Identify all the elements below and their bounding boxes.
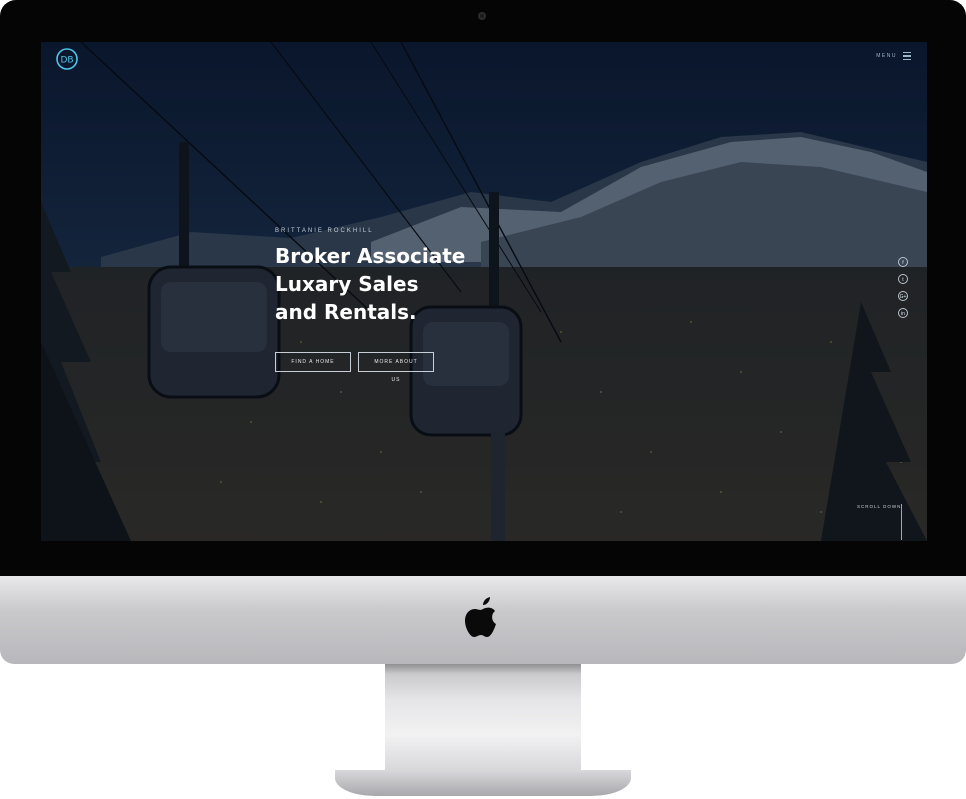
facebook-icon[interactable]: f: [898, 257, 908, 267]
apple-logo-icon: [465, 597, 496, 637]
scroll-down-label[interactable]: SCROLL DOWN: [857, 504, 901, 509]
hero-headline: Broker Associate Luxary Sales and Rental…: [275, 242, 465, 326]
logo-icon[interactable]: DB: [55, 47, 79, 71]
menu-label: MENU: [876, 53, 897, 60]
hamburger-icon: [903, 52, 911, 61]
headline-line-2: Luxary Sales: [275, 272, 419, 296]
monitor-stand-neck: [385, 664, 581, 782]
menu-button[interactable]: MENU: [876, 52, 911, 61]
logo-text: DB: [60, 56, 73, 66]
monitor-stand-base: [335, 770, 631, 796]
stand-shadow: [385, 664, 581, 674]
more-about-us-button[interactable]: MORE ABOUT US: [358, 352, 434, 383]
hero-section: BRITTANIE ROCKHILL Broker Associate Luxa…: [275, 228, 465, 383]
hero-background-photo: [41, 42, 927, 541]
headline-line-1: Broker Associate: [275, 244, 466, 268]
find-a-home-button[interactable]: FIND A HOME: [275, 352, 351, 372]
linkedin-icon[interactable]: in: [898, 308, 908, 318]
agent-name: BRITTANIE ROCKHILL: [275, 228, 374, 234]
social-links: f t G+ in: [898, 257, 908, 318]
website-screen: DB MENU BRITTANIE ROCKHILL Broker Associ…: [41, 42, 927, 541]
imac-mockup: DB MENU BRITTANIE ROCKHILL Broker Associ…: [0, 0, 966, 799]
twitter-icon[interactable]: t: [898, 274, 908, 284]
google-plus-icon[interactable]: G+: [898, 291, 908, 301]
scroll-indicator-line: [901, 504, 902, 540]
headline-line-3: and Rentals.: [275, 300, 417, 324]
monitor-chin: [0, 576, 966, 664]
camera-dot: [478, 12, 486, 20]
